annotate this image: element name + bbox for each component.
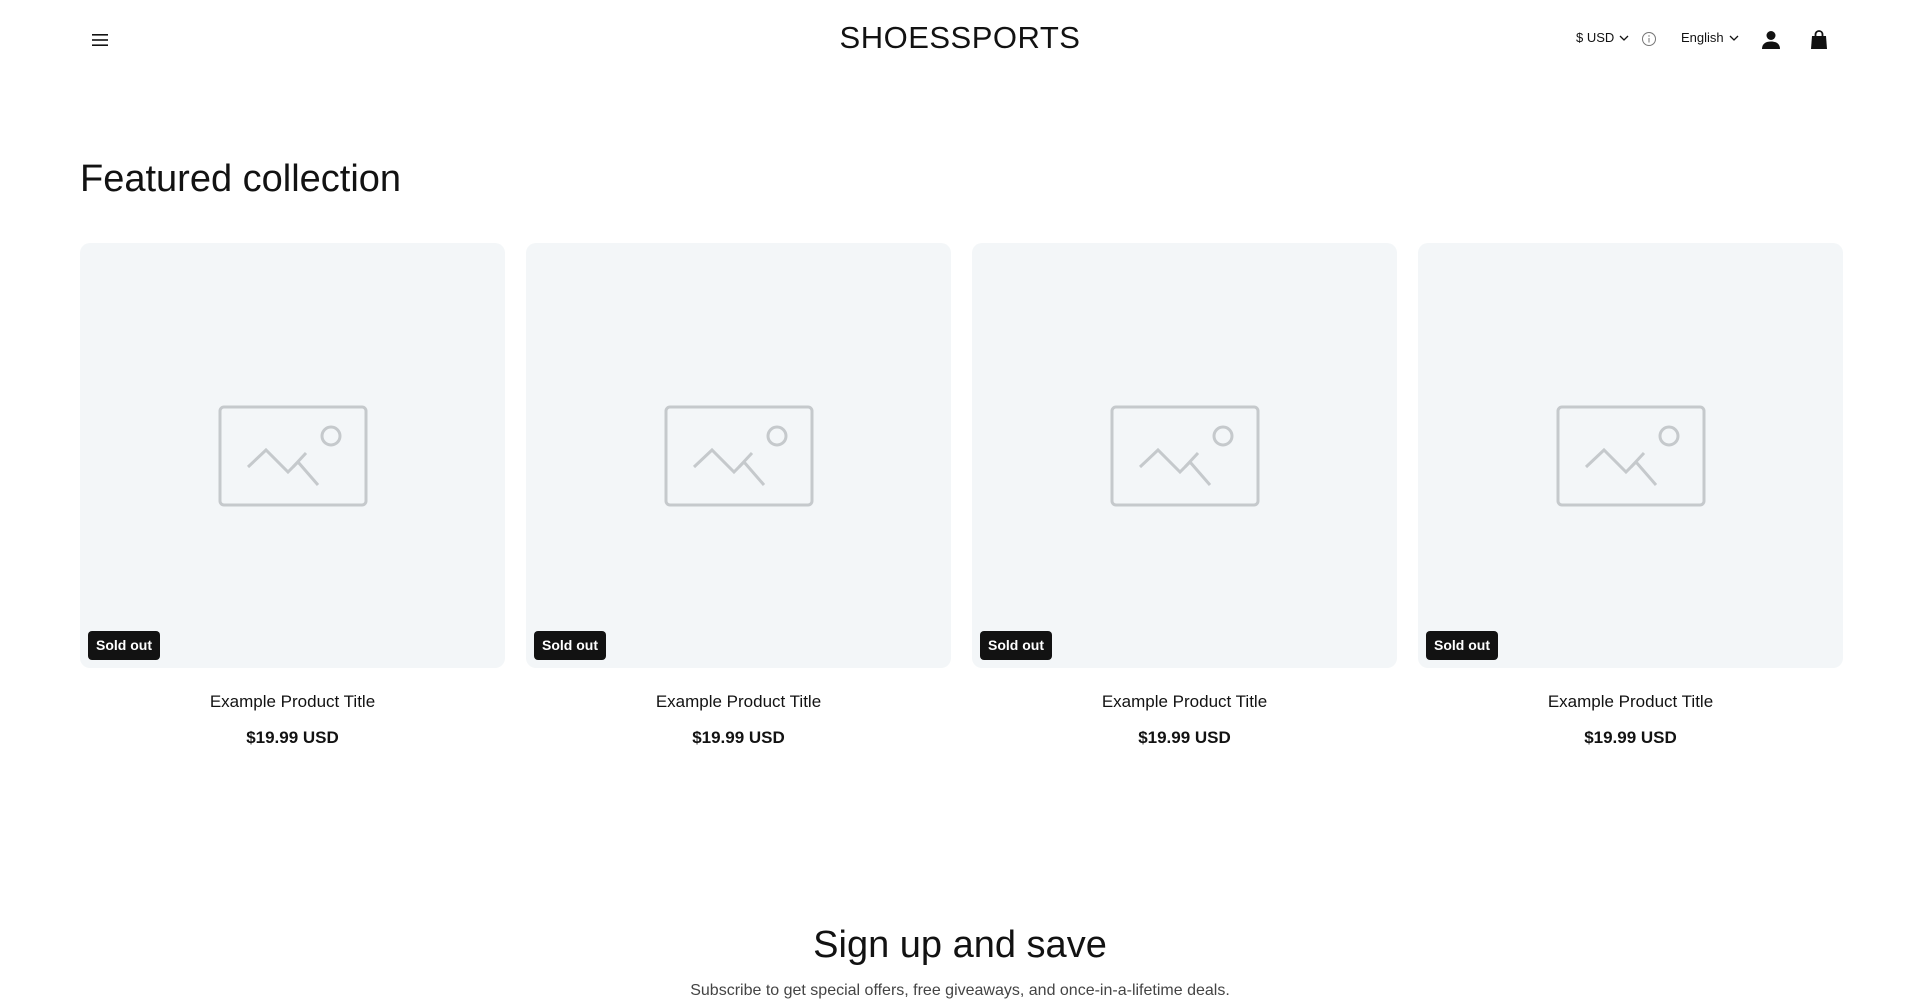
account-icon[interactable] — [1759, 28, 1783, 52]
product-title[interactable]: Example Product Title — [80, 692, 505, 712]
image-placeholder-icon — [1556, 405, 1705, 506]
newsletter-title: Sign up and save — [813, 924, 1107, 966]
product-image[interactable]: Sold out — [972, 243, 1397, 668]
product-image[interactable]: Sold out — [526, 243, 951, 668]
product-title[interactable]: Example Product Title — [972, 692, 1397, 712]
sold-out-badge: Sold out — [534, 631, 606, 660]
product-price: $19.99 USD — [1584, 728, 1677, 747]
image-placeholder-icon — [664, 405, 813, 506]
language-selector[interactable]: English — [1681, 30, 1740, 45]
product-price: $19.99 USD — [246, 728, 339, 747]
currency-selector[interactable]: $ USD — [1576, 30, 1630, 45]
product-image[interactable]: Sold out — [1418, 243, 1843, 668]
sold-out-badge: Sold out — [88, 631, 160, 660]
site-header: SHOESSPORTS $ USD English — [0, 0, 1920, 80]
image-placeholder-icon — [218, 405, 367, 506]
newsletter-description: Subscribe to get special offers, free gi… — [690, 982, 1230, 999]
product-grid: Sold out Example Product Title $19.99 US… — [80, 243, 1843, 748]
product-title[interactable]: Example Product Title — [526, 692, 951, 712]
menu-button[interactable] — [86, 27, 114, 53]
currency-label: $ USD — [1576, 30, 1615, 45]
product-price: $19.99 USD — [692, 728, 785, 747]
product-card[interactable]: Sold out Example Product Title $19.99 US… — [526, 243, 951, 748]
product-card[interactable]: Sold out Example Product Title $19.99 US… — [80, 243, 505, 748]
sold-out-badge: Sold out — [980, 631, 1052, 660]
featured-collection-title: Featured collection — [80, 158, 402, 200]
info-icon[interactable] — [1641, 31, 1657, 47]
shopping-bag-icon[interactable] — [1807, 28, 1831, 52]
product-card[interactable]: Sold out Example Product Title $19.99 US… — [1418, 243, 1843, 748]
product-title[interactable]: Example Product Title — [1418, 692, 1843, 712]
chevron-down-icon — [1729, 35, 1739, 41]
site-logo[interactable]: SHOESSPORTS — [840, 20, 1081, 55]
chevron-down-icon — [1619, 35, 1629, 41]
hamburger-icon — [92, 34, 108, 46]
product-image[interactable]: Sold out — [80, 243, 505, 668]
site-logo-wrapper: SHOESSPORTS — [0, 20, 1920, 56]
image-placeholder-icon — [1110, 405, 1259, 506]
product-card[interactable]: Sold out Example Product Title $19.99 US… — [972, 243, 1397, 748]
product-price: $19.99 USD — [1138, 728, 1231, 747]
language-label: English — [1681, 30, 1724, 45]
sold-out-badge: Sold out — [1426, 631, 1498, 660]
